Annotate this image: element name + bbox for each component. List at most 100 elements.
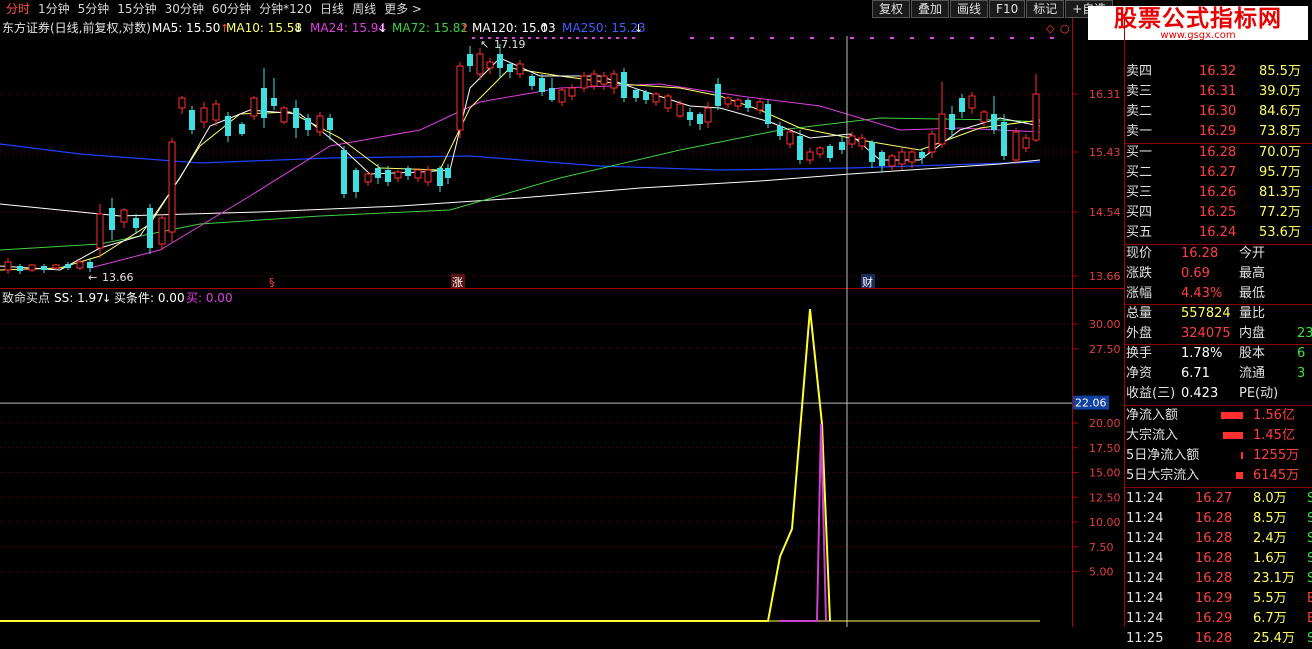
indicator-tick-4: 17.50	[1089, 442, 1121, 455]
period-tab-2[interactable]: 5分钟	[74, 1, 114, 17]
candle-down	[839, 142, 845, 150]
indicator-tick-5: 15.00	[1089, 467, 1121, 480]
candle-down	[991, 114, 997, 130]
stat-row: 涨幅 4.43% 最低	[1125, 284, 1312, 304]
stat-label: 最高	[1239, 266, 1266, 281]
period-tab-6[interactable]: 分钟*120	[255, 1, 316, 17]
low-arrow-icon: ←	[88, 271, 97, 284]
candle-down	[405, 168, 411, 176]
stat-value: 1.78%	[1181, 346, 1223, 361]
quote-left-border	[1124, 18, 1125, 627]
candle-down	[643, 92, 649, 100]
signal-dot	[544, 37, 547, 39]
candle-up	[212, 103, 220, 121]
signal-dot	[890, 37, 894, 39]
indicator-tick-1: 27.50	[1089, 343, 1121, 356]
ask-label: 卖四	[1126, 64, 1153, 79]
signal-dot	[608, 37, 611, 39]
ask-volume: 85.5万	[1259, 64, 1301, 79]
candle-down	[341, 150, 347, 194]
price-axis: 16.31 15.43 14.54 13.66 30.00 27.50 22.06 20.00…	[1073, 18, 1125, 627]
indicator-title: 致命买点	[2, 290, 50, 305]
down-arrow-icon: ↓	[102, 292, 111, 305]
candle-down	[239, 124, 245, 134]
toolbar-button-0[interactable]: 复权	[872, 0, 911, 18]
candle-up	[364, 173, 372, 183]
trade-side: B	[1307, 611, 1312, 626]
signal-dot	[970, 37, 974, 39]
kline-chart-panel[interactable]: 东方证券(日线,前复权,对数) MA5: 15.50 ↑ MA10: 15.58 ↓ MA…	[0, 18, 1073, 289]
candle-down	[353, 170, 359, 192]
signal-dot	[528, 37, 531, 39]
toolbar-button-1[interactable]: 叠加	[911, 0, 950, 18]
fund-flow-row: 净流入额 1.56亿	[1125, 406, 1312, 426]
stat-label: 内盘	[1239, 326, 1266, 341]
bid-row: 买四 16.25 77.2万	[1125, 203, 1312, 223]
flow-bar	[1223, 432, 1243, 439]
signal-dot	[710, 37, 714, 39]
kline-chart[interactable]: 东方证券(日线,前复权,对数) MA5: 15.50 ↑MA10: 15.58↓ MA…	[0, 18, 1073, 289]
candle-up	[928, 133, 936, 153]
period-tab-0[interactable]: 分时	[2, 1, 34, 17]
diamond-icon: ◇	[1046, 22, 1055, 35]
signal-dot	[600, 37, 603, 39]
period-tab-7[interactable]: 日线	[316, 1, 348, 17]
signal-dot	[750, 37, 754, 39]
candle-up	[848, 135, 856, 145]
period-tab-3[interactable]: 15分钟	[113, 1, 160, 17]
trade-time: 11:24	[1126, 491, 1164, 506]
indicator-chart-panel[interactable]: 致命买点 SS: 1.97 买条件: 0.00 买: 0.00 ↓	[0, 289, 1073, 627]
candle-down	[375, 168, 381, 178]
ma-arrow-icon: ↓	[378, 22, 387, 35]
period-tab-9[interactable]: 更多 >	[380, 1, 426, 17]
trade-time: 11:25	[1126, 631, 1164, 646]
toolbar-button-3[interactable]: F10	[989, 0, 1026, 18]
candle-up	[806, 151, 814, 161]
ask-row: 卖一 16.29 73.8万	[1125, 122, 1312, 142]
trade-volume: 8.0万	[1253, 491, 1287, 506]
trade-price: 16.27	[1195, 491, 1233, 506]
period-tab-8[interactable]: 周线	[348, 1, 380, 17]
candle-up	[580, 75, 588, 89]
trade-time: 11:24	[1126, 571, 1164, 586]
ask-row: 卖四 16.32 85.5万	[1125, 62, 1312, 82]
signal-dot	[616, 37, 619, 39]
indicator-chart[interactable]: 致命买点 SS: 1.97 买条件: 0.00 买: 0.00 ↓	[0, 289, 1073, 627]
candle-up	[968, 95, 976, 109]
candle-down	[633, 90, 639, 98]
candle-down	[293, 108, 299, 128]
event-marker-2[interactable]: 财	[862, 275, 873, 289]
trade-price: 16.29	[1195, 611, 1233, 626]
bid-label: 买三	[1126, 185, 1153, 200]
candle-up	[908, 151, 916, 163]
ask-price: 16.29	[1199, 124, 1237, 139]
period-tab-5[interactable]: 60分钟	[208, 1, 255, 17]
candle-down	[133, 218, 139, 228]
signal-dot	[910, 37, 914, 39]
period-tab-1[interactable]: 1分钟	[34, 1, 74, 17]
toolbar-button-4[interactable]: 标记	[1026, 0, 1065, 18]
candle-down	[1001, 122, 1007, 156]
event-marker-1[interactable]: 涨	[452, 276, 463, 289]
candle-down	[467, 54, 473, 66]
trade-price: 16.28	[1195, 551, 1233, 566]
candle-down	[919, 152, 925, 158]
stat-label: 涨跌	[1126, 266, 1153, 281]
circle-icon: ○	[1060, 22, 1070, 35]
logo-title: 股票公式指标网	[1114, 6, 1282, 32]
ma-label-1: MA10: 15.58	[226, 21, 302, 35]
candle-up	[786, 131, 794, 145]
candle-up	[158, 217, 166, 245]
candle-down	[17, 266, 23, 271]
event-marker-0[interactable]: §	[269, 276, 275, 289]
candle-up	[704, 107, 712, 123]
bid-price: 16.24	[1199, 225, 1237, 240]
candle-down	[549, 88, 555, 100]
bid-volume: 70.0万	[1259, 145, 1301, 160]
trade-volume: 6.7万	[1253, 611, 1287, 626]
trade-price: 16.28	[1195, 531, 1233, 546]
period-tab-4[interactable]: 30分钟	[161, 1, 208, 17]
stat-value: 557824	[1181, 306, 1231, 321]
trade-volume: 1.6万	[1253, 551, 1287, 566]
toolbar-button-2[interactable]: 画线	[950, 0, 989, 18]
